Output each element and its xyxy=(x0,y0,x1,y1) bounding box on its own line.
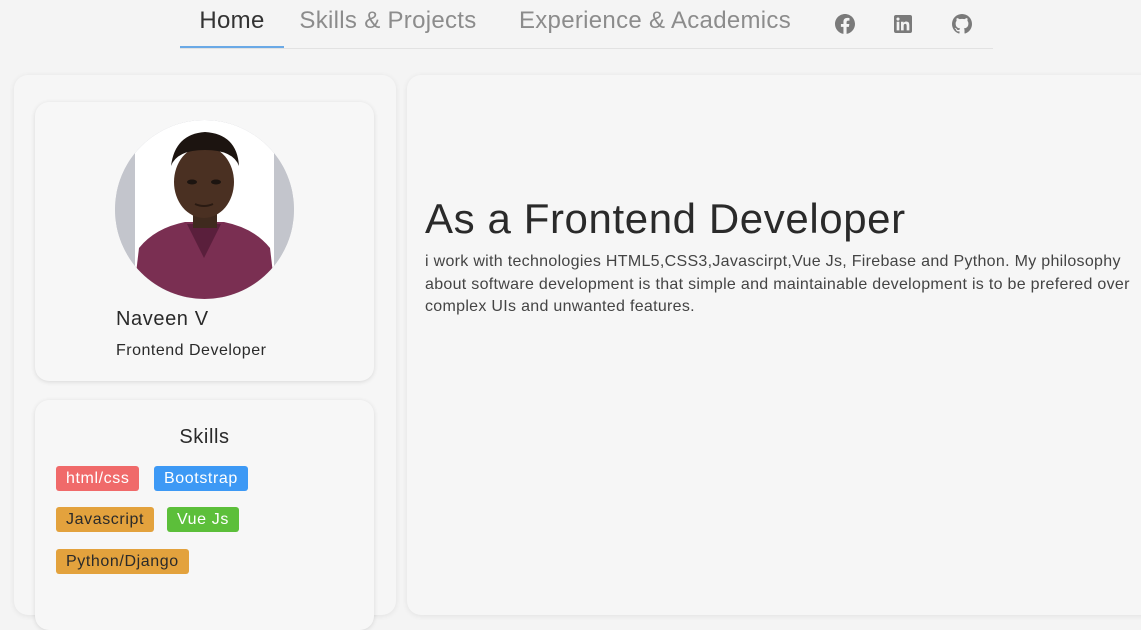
skills-title: Skills xyxy=(179,426,230,448)
facebook-icon[interactable] xyxy=(833,12,857,36)
github-icon[interactable] xyxy=(950,12,974,36)
tab-home[interactable]: Home xyxy=(180,0,284,48)
left-panel: Naveen V Frontend Developer Skills html/… xyxy=(14,75,396,630)
avatar xyxy=(115,120,294,299)
tab-experience-academics[interactable]: Experience & Academics xyxy=(510,0,800,48)
profile-name: Naveen V xyxy=(116,308,209,330)
about-headline: As a Frontend Developer xyxy=(425,195,906,242)
skill-chip-python-django: Python/Django xyxy=(56,549,189,574)
skills-card: Skills html/css Bootstrap Javascript Vue… xyxy=(35,400,374,630)
skill-chip-javascript: Javascript xyxy=(56,507,155,532)
skill-chip-vue-js: Vue Js xyxy=(167,507,239,532)
skill-chip-bootstrap: Bootstrap xyxy=(154,466,248,491)
about-bio: i work with technologies HTML5,CSS3,Java… xyxy=(425,253,1130,315)
profile-role: Frontend Developer xyxy=(116,342,267,359)
tab-skills-projects[interactable]: Skills & Projects xyxy=(292,0,484,48)
skill-chip-html-css: html/css xyxy=(56,466,140,491)
profile-card: Naveen V Frontend Developer xyxy=(35,102,374,381)
linkedin-icon[interactable] xyxy=(891,12,915,36)
top-nav: Home Skills & Projects Experience & Acad… xyxy=(180,0,993,49)
about-panel: As a Frontend Developer i work with tech… xyxy=(407,75,1141,615)
